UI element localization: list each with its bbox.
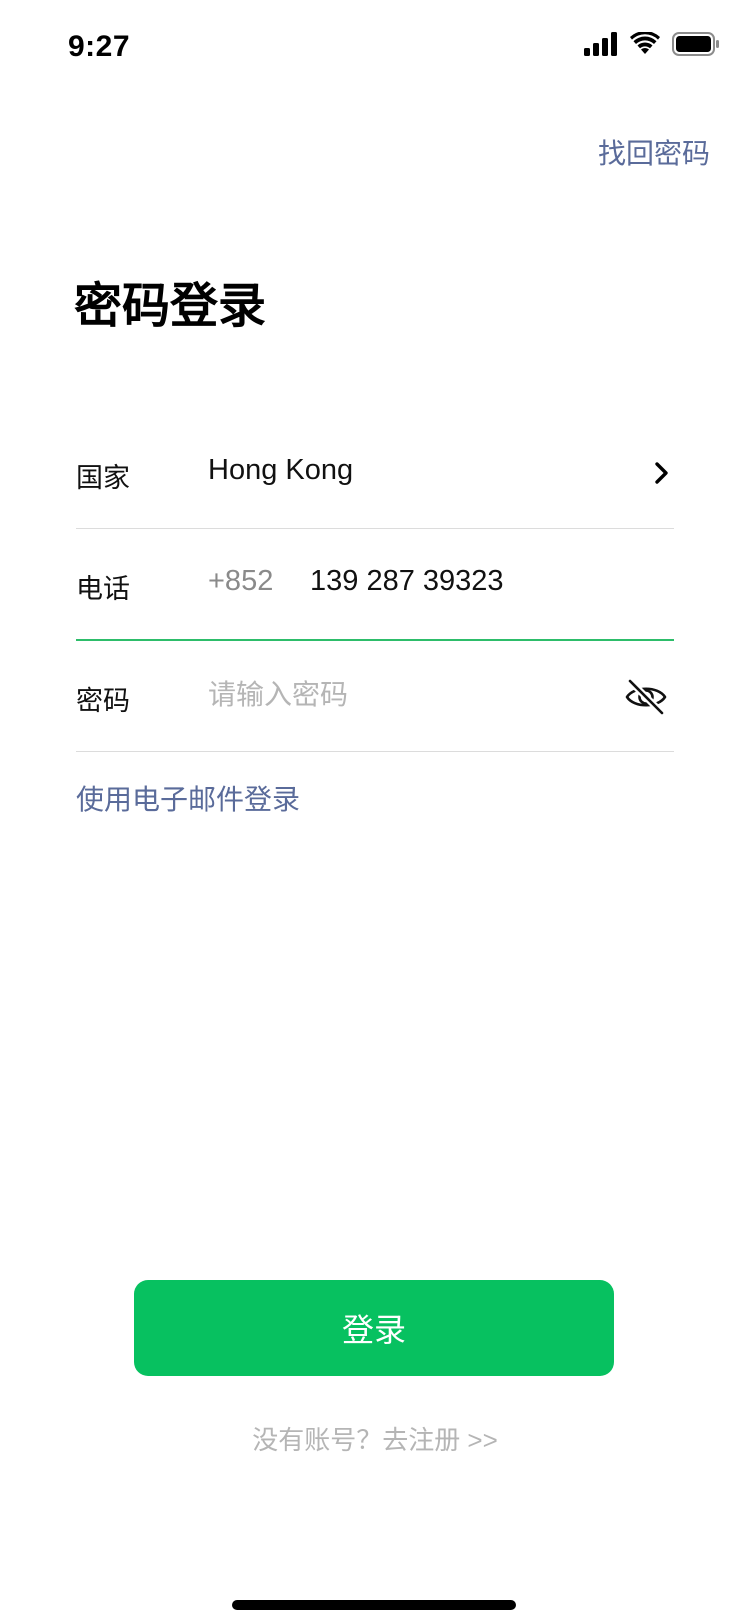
password-input[interactable]	[208, 673, 588, 717]
phone-row[interactable]: 电话 +852 139 287 39323	[76, 529, 674, 641]
login-button[interactable]: 登录	[134, 1280, 614, 1376]
country-label: 国家	[76, 463, 130, 493]
home-indicator[interactable]	[232, 1600, 516, 1610]
eye-off-icon[interactable]	[624, 675, 668, 719]
forgot-password-link[interactable]: 找回密码	[598, 132, 710, 172]
country-row[interactable]: 国家 Hong Kong	[76, 418, 674, 529]
status-bar: 9:27	[0, 0, 750, 100]
wifi-icon	[630, 31, 660, 61]
status-time: 9:27	[68, 30, 131, 63]
battery-icon	[672, 32, 720, 61]
phone-label: 电话	[76, 574, 130, 604]
password-row: 密码	[76, 641, 674, 752]
country-code-prefix[interactable]: +852	[208, 565, 273, 598]
status-icons	[584, 31, 720, 61]
password-label: 密码	[76, 686, 130, 716]
page-title: 密码登录	[74, 280, 267, 333]
login-form: 国家 Hong Kong 电话 +852 139 287 39323 密码	[76, 418, 674, 752]
chevron-right-icon	[650, 458, 674, 488]
register-link[interactable]: 没有账号？去注册 >>	[0, 1420, 750, 1457]
country-value: Hong Kong	[208, 454, 354, 486]
phone-number-field[interactable]: 139 287 39323	[310, 565, 504, 598]
email-login-link[interactable]: 使用电子邮件登录	[76, 778, 300, 818]
signal-icon	[584, 32, 620, 61]
